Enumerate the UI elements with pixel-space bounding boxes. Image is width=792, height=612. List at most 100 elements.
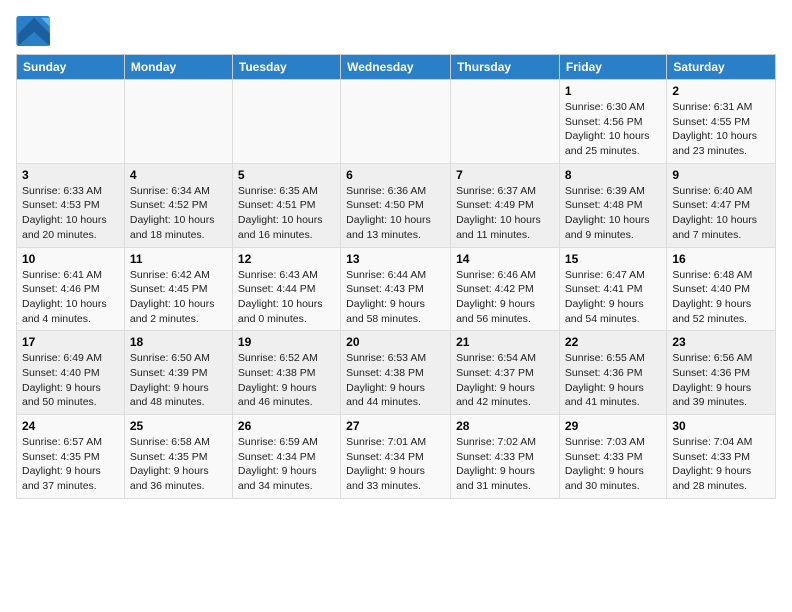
calendar-cell: 20 Sunrise: 6:53 AM Sunset: 4:38 PM Dayli… — [341, 331, 451, 415]
day-info: Sunrise: 6:43 AM Sunset: 4:44 PM Dayligh… — [238, 268, 335, 327]
day-number: 10 — [22, 252, 119, 266]
day-info: Sunrise: 6:53 AM Sunset: 4:38 PM Dayligh… — [346, 351, 445, 410]
day-info: Sunrise: 6:30 AM Sunset: 4:56 PM Dayligh… — [565, 100, 661, 159]
day-number: 27 — [346, 419, 445, 433]
day-info: Sunrise: 6:55 AM Sunset: 4:36 PM Dayligh… — [565, 351, 661, 410]
calendar-cell: 29Sunrise: 7:03 AM Sunset: 4:33 PM Dayli… — [559, 415, 666, 499]
calendar-cell — [451, 80, 560, 164]
weekday-tuesday: Tuesday — [232, 55, 340, 80]
day-number: 19 — [238, 335, 335, 349]
day-info: Sunrise: 7:03 AM Sunset: 4:33 PM Dayligh… — [565, 435, 661, 494]
day-info: Sunrise: 6:41 AM Sunset: 4:46 PM Dayligh… — [22, 268, 119, 327]
day-number: 14 — [456, 252, 554, 266]
weekday-thursday: Thursday — [451, 55, 560, 80]
day-number: 21 — [456, 335, 554, 349]
day-number: 26 — [238, 419, 335, 433]
calendar-cell: 9 Sunrise: 6:40 AM Sunset: 4:47 PM Daylig… — [667, 163, 776, 247]
calendar-cell: 21 Sunrise: 6:54 AM Sunset: 4:37 PM Dayli… — [451, 331, 560, 415]
day-info: Sunrise: 6:34 AM Sunset: 4:52 PM Dayligh… — [130, 184, 227, 243]
day-number: 1 — [565, 84, 661, 98]
day-info: Sunrise: 6:31 AM Sunset: 4:55 PM Dayligh… — [672, 100, 770, 159]
day-info: Sunrise: 6:59 AM Sunset: 4:34 PM Dayligh… — [238, 435, 335, 494]
calendar-cell: 30 Sunrise: 7:04 AM Sunset: 4:33 PM Dayli… — [667, 415, 776, 499]
calendar-week-2: 10 Sunrise: 6:41 AM Sunset: 4:46 PM Dayli… — [17, 247, 776, 331]
day-info: Sunrise: 6:50 AM Sunset: 4:39 PM Dayligh… — [130, 351, 227, 410]
calendar-cell: 27 Sunrise: 7:01 AM Sunset: 4:34 PM Dayli… — [341, 415, 451, 499]
day-info: Sunrise: 6:44 AM Sunset: 4:43 PM Dayligh… — [346, 268, 445, 327]
calendar-cell: 7 Sunrise: 6:37 AM Sunset: 4:49 PM Daylig… — [451, 163, 560, 247]
day-info: Sunrise: 6:40 AM Sunset: 4:47 PM Dayligh… — [672, 184, 770, 243]
day-info: Sunrise: 6:49 AM Sunset: 4:40 PM Dayligh… — [22, 351, 119, 410]
day-info: Sunrise: 6:42 AM Sunset: 4:45 PM Dayligh… — [130, 268, 227, 327]
calendar-week-4: 24 Sunrise: 6:57 AM Sunset: 4:35 PM Dayli… — [17, 415, 776, 499]
day-info: Sunrise: 6:56 AM Sunset: 4:36 PM Dayligh… — [672, 351, 770, 410]
day-number: 16 — [672, 252, 770, 266]
calendar-cell — [232, 80, 340, 164]
calendar-cell: 23Sunrise: 6:56 AM Sunset: 4:36 PM Dayli… — [667, 331, 776, 415]
day-number: 2 — [672, 84, 770, 98]
day-info: Sunrise: 6:39 AM Sunset: 4:48 PM Dayligh… — [565, 184, 661, 243]
day-info: Sunrise: 6:58 AM Sunset: 4:35 PM Dayligh… — [130, 435, 227, 494]
day-number: 12 — [238, 252, 335, 266]
calendar-cell: 26 Sunrise: 6:59 AM Sunset: 4:34 PM Dayli… — [232, 415, 340, 499]
day-info: Sunrise: 7:01 AM Sunset: 4:34 PM Dayligh… — [346, 435, 445, 494]
day-number: 5 — [238, 168, 335, 182]
day-number: 7 — [456, 168, 554, 182]
day-info: Sunrise: 6:46 AM Sunset: 4:42 PM Dayligh… — [456, 268, 554, 327]
day-number: 9 — [672, 168, 770, 182]
calendar-cell: 2 Sunrise: 6:31 AM Sunset: 4:55 PM Daylig… — [667, 80, 776, 164]
day-number: 20 — [346, 335, 445, 349]
calendar-cell — [124, 80, 232, 164]
day-number: 6 — [346, 168, 445, 182]
calendar-cell: 1 Sunrise: 6:30 AM Sunset: 4:56 PM Daylig… — [559, 80, 666, 164]
calendar-cell: 8 Sunrise: 6:39 AM Sunset: 4:48 PM Daylig… — [559, 163, 666, 247]
calendar-cell: 17 Sunrise: 6:49 AM Sunset: 4:40 PM Dayli… — [17, 331, 125, 415]
day-info: Sunrise: 6:57 AM Sunset: 4:35 PM Dayligh… — [22, 435, 119, 494]
day-info: Sunrise: 6:48 AM Sunset: 4:40 PM Dayligh… — [672, 268, 770, 327]
weekday-friday: Friday — [559, 55, 666, 80]
calendar-cell: 4Sunrise: 6:34 AM Sunset: 4:52 PM Daylig… — [124, 163, 232, 247]
logo — [16, 16, 56, 46]
calendar-table: SundayMondayTuesdayWednesdayThursdayFrid… — [16, 54, 776, 499]
calendar-cell: 24 Sunrise: 6:57 AM Sunset: 4:35 PM Dayli… — [17, 415, 125, 499]
day-number: 8 — [565, 168, 661, 182]
weekday-header-row: SundayMondayTuesdayWednesdayThursdayFrid… — [17, 55, 776, 80]
day-number: 3 — [22, 168, 119, 182]
calendar-cell: 6 Sunrise: 6:36 AM Sunset: 4:50 PM Daylig… — [341, 163, 451, 247]
calendar-cell — [17, 80, 125, 164]
day-number: 17 — [22, 335, 119, 349]
calendar-cell — [341, 80, 451, 164]
calendar-cell: 12 Sunrise: 6:43 AM Sunset: 4:44 PM Dayli… — [232, 247, 340, 331]
day-number: 30 — [672, 419, 770, 433]
day-info: Sunrise: 7:02 AM Sunset: 4:33 PM Dayligh… — [456, 435, 554, 494]
day-info: Sunrise: 6:36 AM Sunset: 4:50 PM Dayligh… — [346, 184, 445, 243]
logo-icon — [16, 16, 52, 46]
calendar-cell: 25Sunrise: 6:58 AM Sunset: 4:35 PM Dayli… — [124, 415, 232, 499]
day-info: Sunrise: 6:47 AM Sunset: 4:41 PM Dayligh… — [565, 268, 661, 327]
calendar-cell: 11 Sunrise: 6:42 AM Sunset: 4:45 PM Dayli… — [124, 247, 232, 331]
day-number: 28 — [456, 419, 554, 433]
calendar-cell: 19 Sunrise: 6:52 AM Sunset: 4:38 PM Dayli… — [232, 331, 340, 415]
calendar-cell: 28 Sunrise: 7:02 AM Sunset: 4:33 PM Dayli… — [451, 415, 560, 499]
weekday-monday: Monday — [124, 55, 232, 80]
day-info: Sunrise: 6:52 AM Sunset: 4:38 PM Dayligh… — [238, 351, 335, 410]
day-number: 13 — [346, 252, 445, 266]
calendar-cell: 16 Sunrise: 6:48 AM Sunset: 4:40 PM Dayli… — [667, 247, 776, 331]
day-number: 22 — [565, 335, 661, 349]
calendar-week-3: 17 Sunrise: 6:49 AM Sunset: 4:40 PM Dayli… — [17, 331, 776, 415]
day-info: Sunrise: 6:33 AM Sunset: 4:53 PM Dayligh… — [22, 184, 119, 243]
calendar-body: 1 Sunrise: 6:30 AM Sunset: 4:56 PM Daylig… — [17, 80, 776, 499]
calendar-week-0: 1 Sunrise: 6:30 AM Sunset: 4:56 PM Daylig… — [17, 80, 776, 164]
day-info: Sunrise: 6:54 AM Sunset: 4:37 PM Dayligh… — [456, 351, 554, 410]
weekday-saturday: Saturday — [667, 55, 776, 80]
day-info: Sunrise: 7:04 AM Sunset: 4:33 PM Dayligh… — [672, 435, 770, 494]
calendar-cell: 22 Sunrise: 6:55 AM Sunset: 4:36 PM Dayli… — [559, 331, 666, 415]
day-number: 11 — [130, 252, 227, 266]
day-info: Sunrise: 6:37 AM Sunset: 4:49 PM Dayligh… — [456, 184, 554, 243]
calendar-cell: 5 Sunrise: 6:35 AM Sunset: 4:51 PM Daylig… — [232, 163, 340, 247]
day-number: 24 — [22, 419, 119, 433]
day-info: Sunrise: 6:35 AM Sunset: 4:51 PM Dayligh… — [238, 184, 335, 243]
day-number: 18 — [130, 335, 227, 349]
page-header — [16, 16, 776, 46]
calendar-cell: 15Sunrise: 6:47 AM Sunset: 4:41 PM Dayli… — [559, 247, 666, 331]
